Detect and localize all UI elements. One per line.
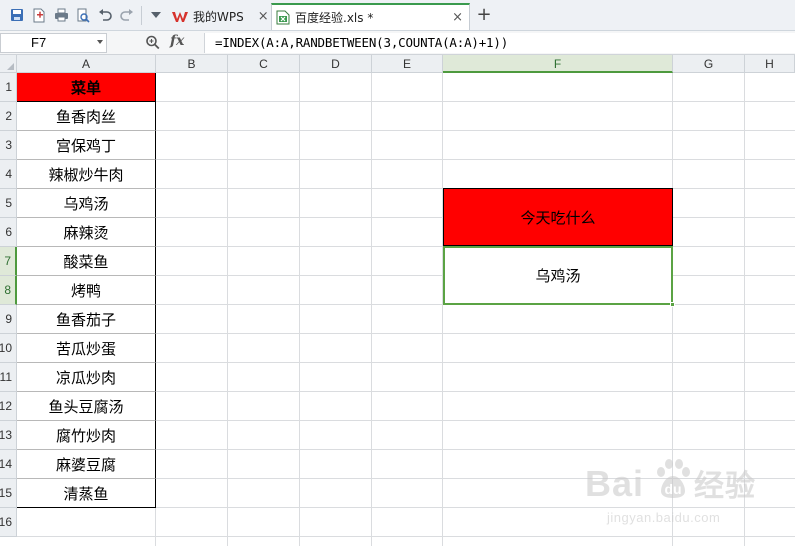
row-number: 11 bbox=[0, 370, 12, 384]
row-header-7[interactable]: 7 bbox=[0, 247, 17, 276]
save-icon[interactable] bbox=[9, 7, 25, 23]
column-header-c[interactable]: C bbox=[228, 55, 300, 73]
row-number: 5 bbox=[5, 196, 12, 210]
menu-item-cell[interactable]: 凉瓜炒肉 bbox=[17, 363, 156, 392]
row-header-15[interactable]: 15 bbox=[0, 479, 17, 508]
menu-header-cell[interactable]: 菜单 bbox=[17, 73, 156, 102]
menu-item-cell[interactable]: 麻辣烫 bbox=[17, 218, 156, 247]
tab-my-wps[interactable]: 我的WPS × bbox=[166, 3, 270, 30]
row-header-3[interactable]: 3 bbox=[0, 131, 17, 160]
select-all-corner[interactable] bbox=[0, 55, 17, 73]
menu-item-cell[interactable]: 鱼香茄子 bbox=[17, 305, 156, 334]
row-number: 8 bbox=[4, 283, 11, 297]
formula-bar: F7 fx =INDEX(A:A,RANDBETWEEN(3,COUNTA(A:… bbox=[0, 31, 795, 55]
gridline-vertical bbox=[371, 73, 372, 546]
row-number: 10 bbox=[0, 341, 12, 355]
menu-item-cell[interactable]: 烤鸭 bbox=[17, 276, 156, 305]
row-header-12[interactable]: 12 bbox=[0, 392, 17, 421]
menu-item-cell[interactable]: 酸菜鱼 bbox=[17, 247, 156, 276]
close-tab-icon[interactable]: × bbox=[258, 9, 269, 24]
today-eat-title-cell[interactable]: 今天吃什么 bbox=[443, 188, 673, 246]
watermark-logo-text: Bai bbox=[585, 463, 645, 504]
row-header-13[interactable]: 13 bbox=[0, 421, 17, 450]
redo-icon[interactable] bbox=[119, 7, 135, 23]
row-header-9[interactable]: 9 bbox=[0, 305, 17, 334]
column-header-d[interactable]: D bbox=[300, 55, 372, 73]
column-header-g[interactable]: G bbox=[673, 55, 745, 73]
row-header-2[interactable]: 2 bbox=[0, 102, 17, 131]
formula-text: =INDEX(A:A,RANDBETWEEN(3,COUNTA(A:A)+1)) bbox=[215, 35, 509, 50]
column-header-b[interactable]: B bbox=[156, 55, 228, 73]
new-tab-button[interactable]: + bbox=[475, 5, 493, 25]
fill-handle[interactable] bbox=[670, 302, 675, 307]
row-number: 3 bbox=[5, 138, 12, 152]
row-header-16[interactable]: 16 bbox=[0, 508, 17, 537]
toolbar-separator bbox=[141, 6, 142, 25]
chevron-down-icon[interactable] bbox=[97, 40, 103, 44]
menu-item-cell[interactable]: 鱼头豆腐汤 bbox=[17, 392, 156, 421]
menu-item-cell[interactable]: 腐竹炒肉 bbox=[17, 421, 156, 450]
row-header-1[interactable]: 1 bbox=[0, 73, 17, 102]
row-number: 13 bbox=[0, 428, 12, 442]
row-number: 9 bbox=[5, 312, 12, 326]
gridline-vertical bbox=[227, 73, 228, 546]
tab-label: 百度经验.xls * bbox=[295, 11, 374, 25]
row-number: 1 bbox=[5, 80, 12, 94]
row-number: 4 bbox=[5, 167, 12, 181]
menu-item-cell[interactable]: 乌鸡汤 bbox=[17, 189, 156, 218]
formula-input[interactable]: =INDEX(A:A,RANDBETWEEN(3,COUNTA(A:A)+1)) bbox=[204, 33, 795, 53]
spreadsheet-file-icon bbox=[276, 10, 290, 25]
tab-label: 我的WPS bbox=[193, 10, 244, 24]
wps-logo-icon bbox=[172, 11, 188, 23]
name-box[interactable]: F7 bbox=[0, 33, 107, 53]
random-result-cell[interactable]: 乌鸡汤 bbox=[443, 246, 673, 305]
column-header-f[interactable]: F bbox=[443, 55, 673, 73]
title-tab-bar: 我的WPS × 百度经验.xls * × + bbox=[0, 0, 795, 31]
watermark-url: jingyan.baidu.com bbox=[607, 510, 721, 525]
row-header-8[interactable]: 8 bbox=[0, 276, 17, 305]
undo-icon[interactable] bbox=[97, 7, 113, 23]
row-number: 12 bbox=[0, 399, 12, 413]
row-number: 2 bbox=[5, 109, 12, 123]
menu-item-cell[interactable]: 鱼香肉丝 bbox=[17, 102, 156, 131]
gridline-vertical bbox=[299, 73, 300, 546]
close-tab-icon[interactable]: × bbox=[452, 10, 463, 25]
baidu-jingyan-watermark: Bai 经验 du jingyan.baidu.com bbox=[585, 455, 790, 540]
print-icon[interactable] bbox=[53, 7, 69, 23]
row-header-4[interactable]: 4 bbox=[0, 160, 17, 189]
column-header-a[interactable]: A bbox=[17, 55, 156, 73]
tab-baidu-jingyan-xls[interactable]: 百度经验.xls * × bbox=[271, 3, 470, 30]
watermark-logo-suffix: 经验 bbox=[694, 470, 757, 503]
print-preview-icon[interactable] bbox=[75, 7, 91, 23]
row-number: 14 bbox=[0, 457, 12, 471]
column-header-h[interactable]: H bbox=[745, 55, 795, 73]
baidu-paw-icon: du bbox=[657, 459, 690, 498]
row-number: 15 bbox=[0, 486, 12, 500]
menu-item-cell[interactable]: 苦瓜炒蛋 bbox=[17, 334, 156, 363]
find-zoom-icon[interactable] bbox=[145, 34, 161, 52]
menu-item-cell[interactable]: 清蒸鱼 bbox=[17, 479, 156, 508]
row-header-6[interactable]: 6 bbox=[0, 218, 17, 247]
svg-text:du: du bbox=[664, 481, 681, 497]
menu-item-cell[interactable]: 宫保鸡丁 bbox=[17, 131, 156, 160]
row-number: 7 bbox=[4, 254, 11, 268]
row-header-11[interactable]: 11 bbox=[0, 363, 17, 392]
row-header-14[interactable]: 14 bbox=[0, 450, 17, 479]
row-header-5[interactable]: 5 bbox=[0, 189, 17, 218]
menu-item-cell[interactable]: 麻婆豆腐 bbox=[17, 450, 156, 479]
name-box-value: F7 bbox=[31, 35, 47, 50]
menu-item-cell[interactable]: 辣椒炒牛肉 bbox=[17, 160, 156, 189]
fx-insert-function-icon[interactable]: fx bbox=[170, 33, 184, 49]
gridline-vertical bbox=[442, 73, 443, 546]
row-number: 16 bbox=[0, 515, 12, 529]
row-number: 6 bbox=[5, 225, 12, 239]
row-header-10[interactable]: 10 bbox=[0, 334, 17, 363]
more-dropdown-icon[interactable] bbox=[148, 7, 164, 23]
column-header-e[interactable]: E bbox=[372, 55, 443, 73]
new-doc-icon[interactable] bbox=[31, 7, 47, 23]
